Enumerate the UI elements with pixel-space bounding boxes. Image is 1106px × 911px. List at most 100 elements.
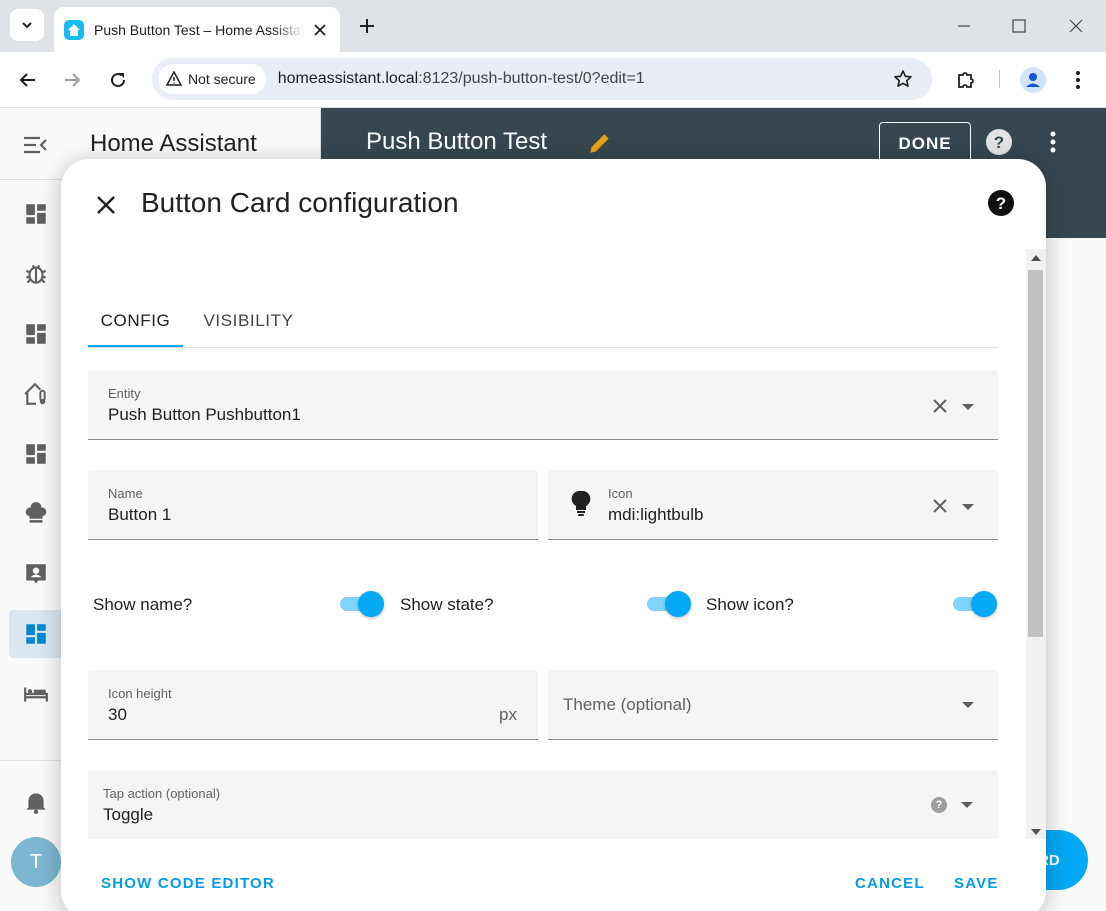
- minimize-icon: [958, 25, 970, 27]
- security-chip[interactable]: Not secure: [158, 64, 266, 94]
- toggle-knob: [358, 591, 384, 617]
- icon-height-field[interactable]: Icon height 30 px: [88, 670, 538, 740]
- sidebar-item-dashboard-2[interactable]: [20, 318, 52, 350]
- help-circle-icon: ?: [986, 129, 1012, 155]
- dashboard-icon: [26, 624, 46, 644]
- entity-value: Push Button Pushbutton1: [108, 405, 301, 424]
- dialog-help-button[interactable]: ?: [987, 189, 1015, 222]
- bookmark-button[interactable]: [888, 64, 918, 94]
- url-text[interactable]: homeassistant.local:8123/push-button-tes…: [278, 70, 888, 88]
- maximize-button[interactable]: [1005, 12, 1033, 40]
- sidebar-item-notifications[interactable]: [20, 786, 52, 818]
- save-button[interactable]: SAVE: [954, 875, 999, 892]
- help-circle-icon[interactable]: ?: [931, 797, 947, 813]
- more-vert-icon: [1076, 71, 1080, 89]
- theme-placeholder: Theme (optional): [563, 695, 692, 714]
- scroll-up-arrow-icon[interactable]: [1031, 255, 1041, 261]
- entity-clear-button[interactable]: [930, 396, 950, 416]
- tab-config[interactable]: CONFIG: [88, 294, 183, 348]
- tab-close-button[interactable]: [310, 20, 330, 40]
- lightbulb-icon: [570, 490, 592, 523]
- entity-picker[interactable]: Entity Push Button Pushbutton1: [88, 370, 998, 440]
- name-value: Button 1: [108, 505, 172, 524]
- scroll-thumb[interactable]: [1028, 270, 1043, 637]
- dialog-content: CONFIG VISIBILITY Entity Push Button Pus…: [88, 249, 998, 839]
- sidebar-item-bedroom[interactable]: [20, 678, 52, 710]
- sidebar-item-chef[interactable]: [20, 498, 52, 530]
- extensions-button[interactable]: [950, 64, 982, 96]
- browser-tab-active[interactable]: Push Button Test – Home Assistant: [54, 7, 340, 52]
- close-icon: [933, 399, 947, 413]
- tap-action-dropdown-arrow[interactable]: [961, 802, 973, 808]
- profile-button[interactable]: [1017, 64, 1049, 96]
- close-icon: [314, 23, 326, 36]
- reload-button[interactable]: [102, 64, 134, 96]
- ha-help-button[interactable]: ?: [985, 128, 1013, 161]
- sidebar-item-dashboard-3[interactable]: [20, 438, 52, 470]
- forward-button[interactable]: [56, 64, 88, 96]
- dialog-close-button[interactable]: [91, 190, 121, 220]
- svg-text:?: ?: [994, 133, 1004, 152]
- user-avatar[interactable]: T: [11, 837, 61, 887]
- home-assistant-favicon-icon: [64, 19, 84, 40]
- arrow-right-icon: [65, 73, 81, 87]
- show-icon-toggle[interactable]: [951, 589, 998, 619]
- scroll-down-arrow-icon[interactable]: [1031, 829, 1041, 835]
- theme-select[interactable]: Theme (optional): [548, 670, 998, 740]
- sidebar-item-dashboard-active[interactable]: [20, 618, 52, 650]
- new-tab-button[interactable]: [354, 13, 380, 39]
- show-name-toggle[interactable]: [338, 589, 386, 619]
- sidebar-item-account[interactable]: [20, 558, 52, 590]
- sidebar-item-home-climate[interactable]: [20, 378, 52, 410]
- dialog-scrollbar[interactable]: [1026, 249, 1046, 839]
- dialog-tabs: CONFIG VISIBILITY: [88, 294, 998, 348]
- show-code-editor-button[interactable]: SHOW CODE EDITOR: [101, 875, 275, 892]
- dialog-title: Button Card configuration: [141, 187, 459, 218]
- chef-hat-icon: [25, 502, 47, 523]
- theme-dropdown-arrow[interactable]: [962, 702, 974, 708]
- cancel-button[interactable]: CANCEL: [855, 875, 925, 892]
- tab-title: Push Button Test – Home Assistant: [94, 21, 304, 38]
- show-state-toggle[interactable]: [645, 589, 693, 619]
- icon-label: Icon: [608, 486, 633, 501]
- browser-menu-button[interactable]: [1062, 64, 1094, 96]
- page-title: Push Button Test: [366, 128, 548, 155]
- star-icon: [894, 70, 912, 87]
- address-bar[interactable]: Not secure homeassistant.local:8123/push…: [152, 58, 932, 100]
- entity-label: Entity: [108, 386, 141, 401]
- tab-search-button[interactable]: [10, 9, 44, 41]
- minimize-button[interactable]: [950, 12, 978, 40]
- sidebar-item-dashboard-1[interactable]: [20, 198, 52, 230]
- security-label: Not secure: [188, 71, 256, 87]
- icon-clear-button[interactable]: [930, 496, 950, 516]
- entity-dropdown-arrow[interactable]: [962, 404, 974, 410]
- window-close-button[interactable]: [1062, 12, 1090, 40]
- toggle-knob: [665, 591, 691, 617]
- reload-icon: [111, 73, 126, 88]
- home-thermometer-icon: [24, 382, 46, 405]
- icon-dropdown-arrow[interactable]: [962, 504, 974, 510]
- maximize-icon: [1012, 19, 1026, 33]
- tap-action-select[interactable]: Tap action (optional) Toggle ?: [88, 770, 998, 839]
- tab-active-indicator: [88, 345, 183, 347]
- sidebar-toggle-button[interactable]: [20, 130, 50, 160]
- toggle-knob: [971, 591, 997, 617]
- tab-visibility[interactable]: VISIBILITY: [196, 294, 301, 348]
- browser-toolbar: Not secure homeassistant.local:8123/push…: [0, 52, 1106, 108]
- tap-action-label: Tap action (optional): [103, 786, 221, 801]
- chevron-down-icon: [22, 22, 32, 29]
- back-button[interactable]: [12, 64, 44, 96]
- edit-title-button[interactable]: [587, 130, 613, 161]
- svg-text:?: ?: [996, 194, 1006, 213]
- ha-more-button[interactable]: [1049, 130, 1057, 159]
- person-icon: [1026, 73, 1040, 87]
- sidebar-item-bug[interactable]: [20, 258, 52, 290]
- icon-picker[interactable]: Icon mdi:lightbulb: [548, 470, 998, 540]
- bed-icon: [24, 687, 48, 702]
- puzzle-icon: [958, 72, 974, 88]
- show-icon-label: Show icon?: [706, 595, 794, 614]
- name-field[interactable]: Name Button 1: [88, 470, 538, 540]
- close-icon: [97, 196, 115, 214]
- tap-action-value: Toggle: [103, 805, 154, 824]
- plus-icon: [360, 19, 374, 33]
